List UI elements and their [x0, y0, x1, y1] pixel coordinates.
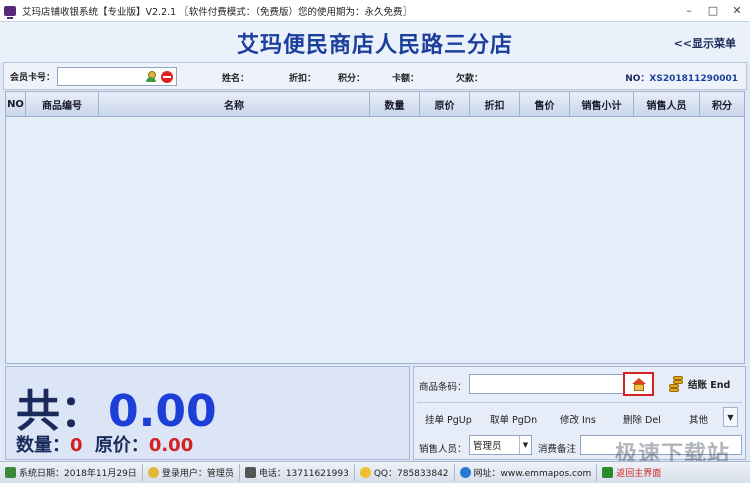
delete-item-button[interactable]: 删除 Del	[623, 412, 661, 426]
member-card-input[interactable]	[57, 66, 178, 86]
coins-icon	[668, 375, 684, 393]
divider	[417, 402, 742, 403]
sales-table[interactable]: NO 商品编号 名称 数量 原价 折扣 售价 销售小计 销售人员 积分	[5, 91, 745, 364]
window-title: 艾玛店铺收银系统【专业版】V2.2.1 〖软件付费模式：（免费版）您的使用期为：…	[22, 6, 412, 18]
retrieve-order-button[interactable]: 取单 PgDn	[490, 412, 537, 426]
window-controls: – □ ✕	[680, 2, 746, 18]
col-price[interactable]: 售价	[520, 92, 570, 116]
staff-select[interactable]: 管理员 ▼	[469, 435, 532, 455]
home-icon	[602, 467, 614, 478]
user-icon	[147, 467, 159, 478]
col-subtotal[interactable]: 销售小计	[570, 92, 634, 116]
col-name[interactable]: 名称	[99, 92, 370, 116]
minimize-icon[interactable]: –	[680, 2, 698, 18]
product-lookup-button[interactable]	[623, 372, 654, 396]
col-staff[interactable]: 销售人员	[634, 92, 700, 116]
store-name: 艾玛便民商店人民路三分店	[236, 33, 513, 58]
orig-value: 0.00	[148, 435, 194, 456]
checkout-button[interactable]: 结账 End	[668, 375, 730, 393]
hold-order-button[interactable]: 挂单 PgUp	[425, 412, 472, 426]
status-date: 系统日期：2018年11月29日	[0, 464, 143, 481]
return-main-button[interactable]: 返回主界面	[597, 464, 666, 481]
orig-label: 原价：	[94, 435, 149, 456]
staff-value: 管理员	[473, 441, 502, 452]
owed-label: 欠款：	[456, 74, 484, 84]
summary-panel: 共：0.00 数量：0 原价：0.00	[5, 366, 410, 460]
member-bar: 会员卡号： 姓名： 折扣： 积分： 卡额： 欠款： NO：XS201811290…	[3, 62, 747, 90]
close-icon[interactable]: ✕	[728, 2, 746, 18]
order-no-label: NO：	[625, 74, 650, 84]
status-website[interactable]: 网址：www.emmapos.com	[455, 464, 598, 481]
status-qq-text: QQ：785833842	[373, 469, 449, 479]
dropdown-arrow-icon[interactable]: ▼	[519, 436, 531, 454]
chevron-down-icon: ▼	[727, 412, 734, 422]
col-orig-price[interactable]: 原价	[420, 92, 470, 116]
status-user: 登录用户：管理员	[143, 464, 240, 481]
edit-item-button[interactable]: 修改 Ins	[560, 412, 596, 426]
balance-label: 卡额：	[392, 74, 420, 84]
staff-label: 销售人员：	[419, 444, 467, 455]
return-main-text: 返回主界面	[616, 469, 662, 479]
col-qty[interactable]: 数量	[370, 92, 420, 116]
header: 艾玛便民商店人民路三分店 <<显示菜单	[0, 22, 750, 62]
col-points[interactable]: 积分	[700, 92, 744, 116]
title-bar: 艾玛店铺收银系统【专业版】V2.2.1 〖软件付费模式：（免费版）您的使用期为：…	[0, 0, 750, 22]
status-bar: 系统日期：2018年11月29日 登录用户：管理员 电话：13711621993…	[0, 461, 750, 483]
maximize-icon[interactable]: □	[704, 2, 722, 18]
globe-icon	[459, 467, 471, 478]
checkout-label: 结账 End	[688, 380, 731, 391]
col-code[interactable]: 商品编号	[26, 92, 99, 116]
qty-label: 数量：	[16, 435, 70, 456]
show-menu-link[interactable]: <<显示菜单	[674, 35, 736, 51]
phone-icon	[244, 467, 256, 478]
status-date-text: 系统日期：2018年11月29日	[19, 469, 137, 479]
status-phone-text: 电话：13711621993	[258, 469, 349, 479]
barcode-input[interactable]	[469, 374, 624, 394]
clear-member-icon[interactable]	[161, 70, 174, 83]
discount-label: 折扣：	[289, 74, 317, 84]
col-no[interactable]: NO	[6, 92, 26, 116]
points-label: 积分：	[338, 74, 366, 84]
order-no-value: XS201811290001	[649, 74, 738, 84]
total-value: 0.00	[108, 386, 217, 437]
more-dropdown-button[interactable]: ▼	[723, 407, 738, 427]
name-label: 姓名：	[222, 74, 250, 84]
order-number: NO：XS201811290001	[625, 71, 738, 84]
barcode-label: 商品条码：	[419, 382, 467, 393]
remark-label: 消费备注	[538, 444, 577, 455]
house-icon	[631, 377, 646, 391]
card-label: 会员卡号：	[10, 72, 56, 83]
total-display: 共：0.00	[16, 375, 217, 439]
status-phone: 电话：13711621993	[240, 464, 355, 481]
qty-value: 0	[70, 435, 83, 456]
table-header: NO 商品编号 名称 数量 原价 折扣 售价 销售小计 销售人员 积分	[6, 92, 744, 117]
calendar-icon	[5, 467, 16, 478]
other-button[interactable]: 其他	[689, 412, 708, 426]
totals-breakdown: 数量：0 原价：0.00	[16, 431, 193, 457]
status-website-text: 网址：www.emmapos.com	[473, 469, 592, 479]
app-monitor-icon	[4, 5, 16, 19]
status-qq: QQ：785833842	[355, 464, 455, 481]
member-user-icon[interactable]	[145, 70, 157, 83]
total-label: 共：	[16, 386, 104, 437]
status-user-text: 登录用户：管理员	[161, 469, 234, 479]
qq-icon	[359, 467, 371, 478]
col-discount[interactable]: 折扣	[470, 92, 520, 116]
